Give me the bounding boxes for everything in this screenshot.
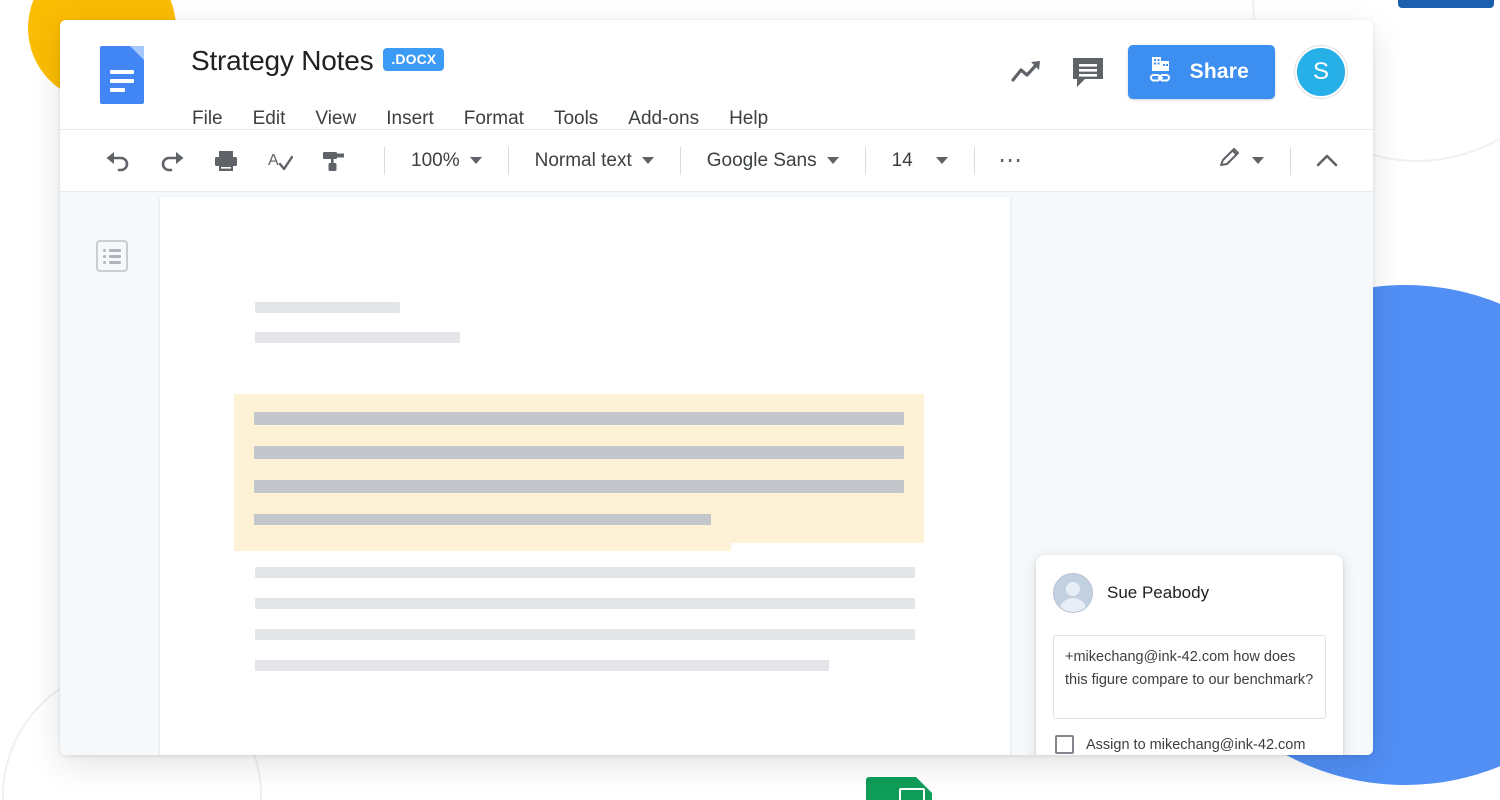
avatar-initial: S bbox=[1312, 58, 1329, 85]
print-icon[interactable] bbox=[206, 141, 246, 181]
menu-item-format[interactable]: Format bbox=[463, 106, 525, 132]
placeholder-line bbox=[255, 567, 915, 578]
redo-icon[interactable] bbox=[152, 141, 192, 181]
menu-item-view[interactable]: View bbox=[314, 106, 357, 132]
svg-text:A: A bbox=[268, 152, 279, 169]
placeholder-line bbox=[255, 302, 401, 313]
toolbar-divider bbox=[507, 146, 509, 175]
menu-item-tools[interactable]: Tools bbox=[553, 106, 599, 132]
google-docs-window: Strategy Notes .DOCX File Edit View Inser… bbox=[60, 20, 1373, 755]
font-family-selector[interactable]: Google Sans bbox=[697, 142, 849, 180]
assign-checkbox[interactable] bbox=[1055, 735, 1074, 754]
chevron-down-icon bbox=[641, 157, 654, 164]
commented-highlight-region[interactable] bbox=[234, 394, 924, 543]
pencil-edit-icon bbox=[1218, 146, 1242, 175]
comment-bubble-icon[interactable] bbox=[1068, 52, 1108, 92]
paragraph-style-value: Normal text bbox=[534, 149, 632, 171]
file-extension-badge: .DOCX bbox=[383, 48, 445, 71]
building-link-shared-icon bbox=[1148, 55, 1178, 90]
document-page[interactable] bbox=[160, 197, 1010, 755]
menu-item-edit[interactable]: Edit bbox=[252, 106, 287, 132]
toolbar-right-group bbox=[1208, 141, 1373, 181]
chevron-down-icon bbox=[1252, 157, 1264, 164]
google-sheets-icon bbox=[866, 777, 932, 800]
paint-format-icon[interactable] bbox=[314, 141, 354, 181]
toolbar-divider bbox=[864, 146, 866, 175]
document-outline-icon[interactable] bbox=[96, 240, 128, 272]
toolbar-divider bbox=[384, 146, 385, 175]
toolbar-divider bbox=[679, 146, 681, 175]
google-docs-file-icon[interactable] bbox=[100, 46, 144, 104]
highlighted-text-line bbox=[254, 412, 904, 425]
edit-mode-selector[interactable] bbox=[1208, 142, 1274, 180]
body-placeholder-lines bbox=[255, 567, 915, 691]
share-button[interactable]: Share bbox=[1127, 45, 1275, 99]
zoom-selector[interactable]: 100% bbox=[401, 142, 492, 180]
font-family-value: Google Sans bbox=[706, 149, 817, 171]
menu-item-file[interactable]: File bbox=[191, 106, 224, 132]
page-title[interactable]: Strategy Notes .DOCX bbox=[191, 45, 445, 77]
doc-title-text: Strategy Notes bbox=[191, 45, 374, 76]
decorative-dark-blue-bar bbox=[1398, 0, 1494, 8]
avatar[interactable]: S bbox=[1295, 46, 1347, 98]
placeholder-line bbox=[255, 598, 915, 609]
more-dots-glyph: ⋯ bbox=[998, 146, 1024, 174]
assign-label: Assign to mikechang@ink-42.com bbox=[1086, 736, 1306, 753]
chevron-up-icon[interactable] bbox=[1307, 141, 1347, 181]
toolbar-divider bbox=[1290, 146, 1291, 175]
font-size-selector[interactable]: 14 bbox=[882, 142, 958, 180]
screenshot-stage: Strategy Notes .DOCX File Edit View Inser… bbox=[0, 0, 1500, 800]
activity-trend-up-icon[interactable] bbox=[1008, 52, 1048, 92]
intro-placeholder-lines bbox=[255, 302, 915, 362]
spellcheck-icon[interactable]: A bbox=[260, 141, 300, 181]
highlighted-text-line bbox=[254, 480, 904, 493]
comment-input[interactable]: +mikechang@ink-42.com how does this figu… bbox=[1053, 635, 1326, 719]
highlight-tail bbox=[234, 525, 731, 551]
menu-bar: File Edit View Insert Format Tools Add-o… bbox=[191, 106, 769, 132]
chevron-down-icon bbox=[469, 157, 482, 164]
font-size-value: 14 bbox=[891, 149, 913, 171]
share-button-label: Share bbox=[1189, 60, 1249, 83]
menu-item-insert[interactable]: Insert bbox=[385, 106, 435, 132]
zoom-value: 100% bbox=[411, 149, 460, 171]
assign-row[interactable]: Assign to mikechang@ink-42.com bbox=[1053, 719, 1326, 755]
undo-icon[interactable] bbox=[98, 141, 138, 181]
comment-author-row: Sue Peabody bbox=[1053, 573, 1326, 613]
placeholder-line bbox=[255, 660, 830, 671]
paragraph-style-selector[interactable]: Normal text bbox=[525, 142, 664, 180]
comment-compose-card: Sue Peabody +mikechang@ink-42.com how do… bbox=[1036, 555, 1343, 755]
more-options-dots-icon[interactable]: ⋯ bbox=[991, 141, 1031, 181]
app-header: Strategy Notes .DOCX File Edit View Inser… bbox=[60, 20, 1373, 130]
document-canvas: Sue Peabody +mikechang@ink-42.com how do… bbox=[60, 192, 1373, 755]
menu-item-help[interactable]: Help bbox=[728, 106, 769, 132]
highlighted-text-line bbox=[254, 446, 904, 459]
placeholder-line bbox=[255, 332, 460, 343]
menu-item-add-ons[interactable]: Add-ons bbox=[627, 106, 700, 132]
header-actions: Share S bbox=[1008, 45, 1347, 99]
toolbar-divider bbox=[973, 146, 975, 175]
chevron-down-icon bbox=[935, 157, 948, 164]
formatting-toolbar: A 100% Normal text Google Sans 14 ⋯ bbox=[60, 130, 1373, 192]
generic-person-avatar-icon bbox=[1053, 573, 1093, 613]
placeholder-line bbox=[255, 629, 915, 640]
chevron-down-icon bbox=[826, 157, 839, 164]
comment-author-name: Sue Peabody bbox=[1107, 583, 1210, 602]
